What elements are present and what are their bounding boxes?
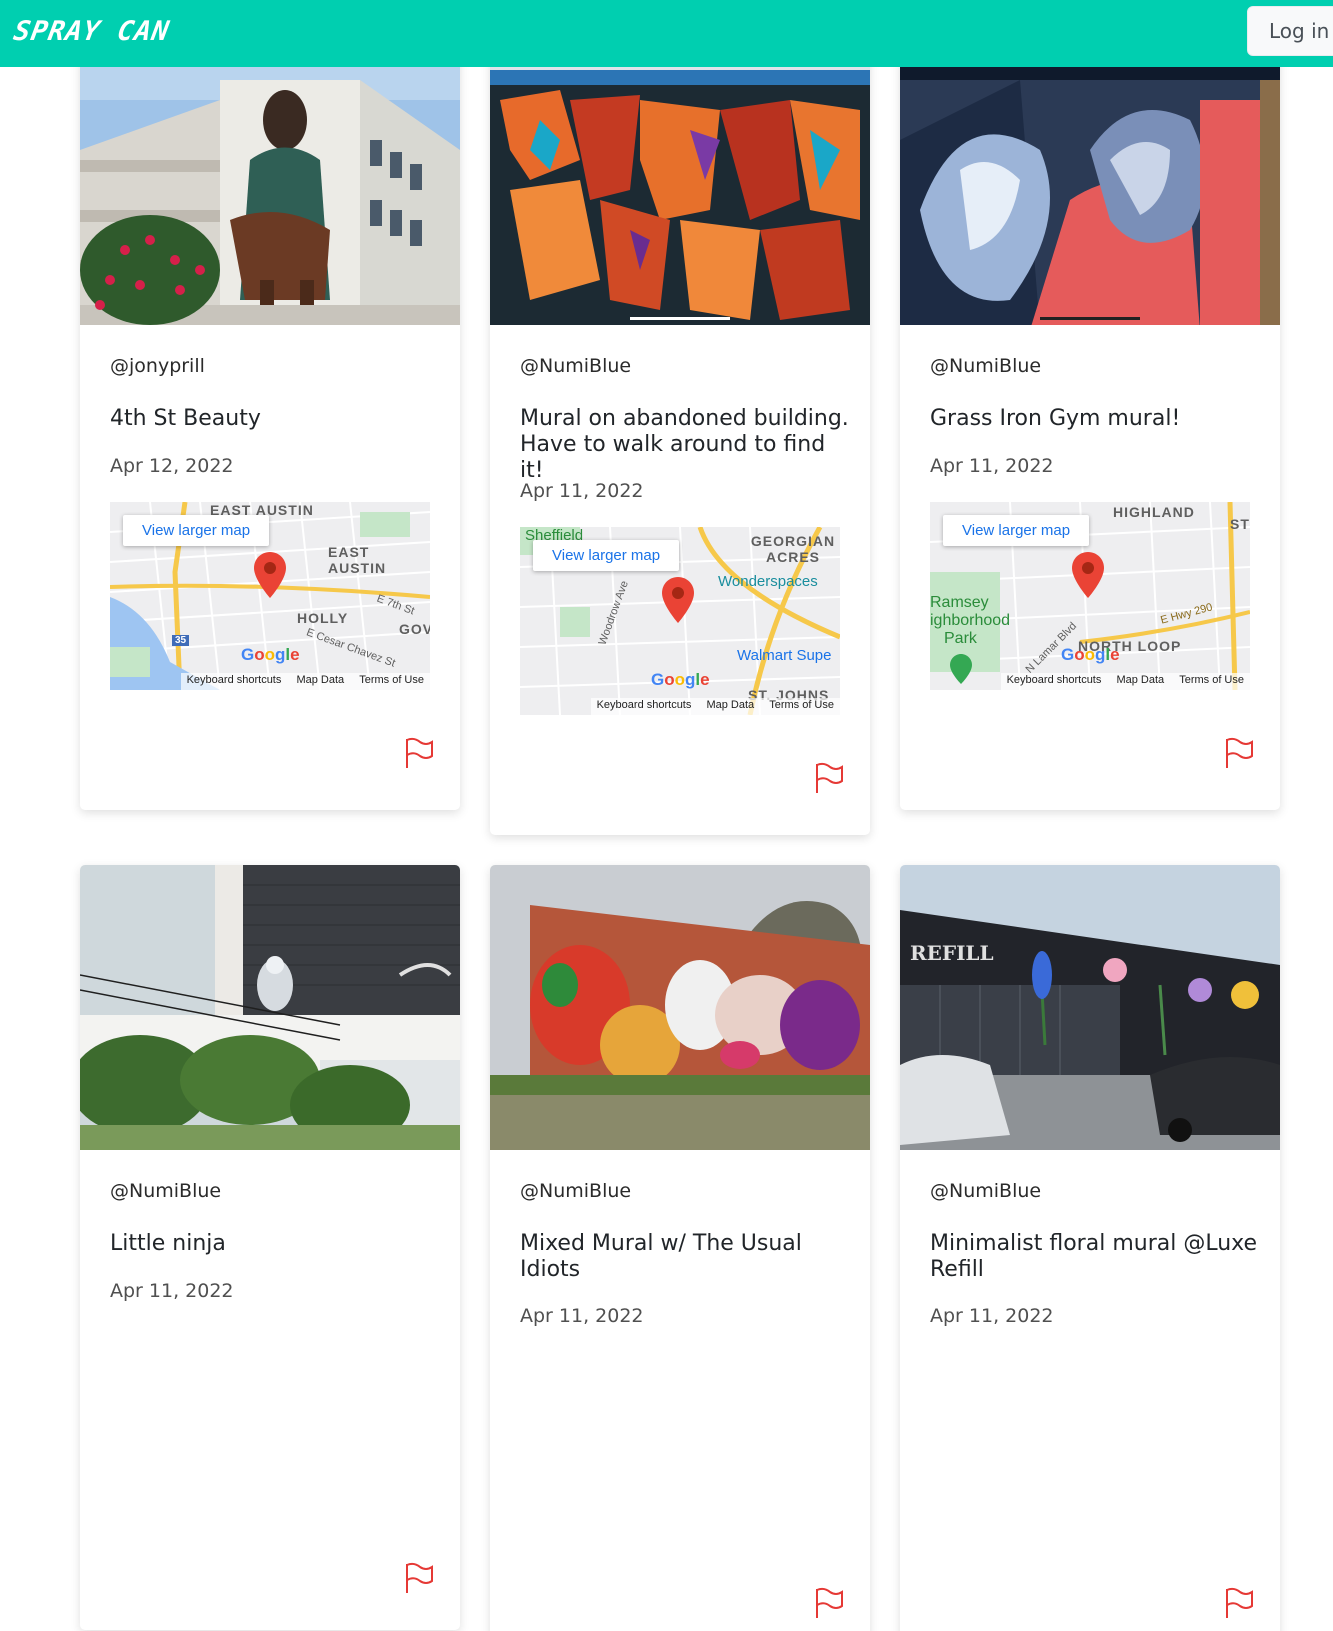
top-navbar: SPRAY CAN Log in (0, 0, 1333, 67)
map-footer: Keyboard shortcuts Map Data Terms of Use (1000, 673, 1250, 690)
flag-icon[interactable] (1224, 737, 1254, 769)
mural-photo[interactable] (900, 40, 1280, 325)
post-title: Mural on abandoned building. Have to wal… (520, 406, 849, 483)
map-poi-label: Park (944, 630, 977, 647)
post-username[interactable]: @NumiBlue (110, 1180, 221, 1202)
map-data-link[interactable]: Map Data (706, 699, 754, 711)
view-larger-map-link[interactable]: View larger map (943, 515, 1090, 546)
map-poi-label: ighborhood (930, 612, 1011, 629)
embedded-map[interactable]: Sheffield GEORGIAN ACRES Wonderspaces Wa… (520, 527, 840, 715)
post-card: REFILL @NumiBlue Minimalist floral mural… (900, 865, 1280, 1631)
keyboard-shortcuts-link[interactable]: Keyboard shortcuts (597, 699, 692, 711)
post-date: Apr 11, 2022 (110, 1280, 234, 1302)
mural-photo[interactable] (490, 865, 870, 1150)
mural-photo[interactable] (80, 865, 460, 1150)
post-username[interactable]: @NumiBlue (930, 355, 1041, 377)
map-footer: Keyboard shortcuts Map Data Terms of Use (590, 698, 840, 715)
mural-photo[interactable] (490, 40, 870, 325)
map-footer: Keyboard shortcuts Map Data Terms of Use (180, 673, 430, 690)
post-username[interactable]: @NumiBlue (520, 1180, 631, 1202)
map-place-label: GOV (399, 621, 430, 637)
post-username[interactable]: @NumiBlue (520, 355, 631, 377)
post-card: @jonyprill 4th St Beauty Apr 12, 2022 EA (80, 40, 460, 810)
post-date: Apr 11, 2022 (520, 1305, 644, 1327)
post-date: Apr 12, 2022 (110, 455, 234, 477)
flag-icon[interactable] (1224, 1587, 1254, 1619)
flag-icon[interactable] (404, 737, 434, 769)
brand-logo[interactable]: SPRAY CAN (11, 16, 172, 47)
map-place-label: ST (1230, 516, 1250, 532)
post-date: Apr 11, 2022 (930, 455, 1054, 477)
post-date: Apr 11, 2022 (520, 480, 644, 502)
mural-photo[interactable]: REFILL (900, 865, 1280, 1150)
map-poi-label: Walmart Supe (737, 647, 832, 664)
post-title: Grass Iron Gym mural! (930, 406, 1181, 431)
map-pin-icon[interactable] (254, 552, 286, 598)
map-place-label: HOLLY (297, 610, 349, 626)
post-title: Mixed Mural w/ The Usual Idiots (520, 1231, 802, 1282)
google-logo: Google (241, 645, 300, 664)
map-data-link[interactable]: Map Data (1116, 674, 1164, 686)
post-title: 4th St Beauty (110, 406, 261, 431)
google-logo: Google (1061, 645, 1120, 664)
post-title: Little ninja (110, 1231, 226, 1256)
keyboard-shortcuts-link[interactable]: Keyboard shortcuts (1007, 674, 1102, 686)
map-pin-icon[interactable] (662, 577, 694, 623)
view-larger-map-link[interactable]: View larger map (123, 515, 270, 546)
map-place-label: GEORGIAN ACRES (750, 533, 836, 565)
keyboard-shortcuts-link[interactable]: Keyboard shortcuts (187, 674, 282, 686)
park-marker-icon (950, 654, 972, 684)
login-button[interactable]: Log in (1247, 6, 1333, 56)
map-place-label: EAST AUSTIN (328, 544, 387, 576)
sign-text: REFILL (910, 941, 994, 965)
flag-icon[interactable] (814, 762, 844, 794)
post-card: @NumiBlue Mixed Mural w/ The Usual Idiot… (490, 865, 870, 1631)
map-pin-icon[interactable] (1072, 552, 1104, 598)
view-larger-map-link[interactable]: View larger map (533, 540, 680, 571)
mural-photo[interactable] (80, 40, 460, 325)
google-logo: Google (651, 670, 710, 689)
post-username[interactable]: @jonyprill (110, 355, 205, 377)
post-card: @NumiBlue Mural on abandoned building. H… (490, 40, 870, 835)
terms-of-use-link[interactable]: Terms of Use (1179, 674, 1244, 686)
post-date: Apr 11, 2022 (930, 1305, 1054, 1327)
terms-of-use-link[interactable]: Terms of Use (359, 674, 424, 686)
post-title: Minimalist floral mural @Luxe Refill (930, 1231, 1258, 1282)
map-poi-label: Wonderspaces (718, 573, 818, 590)
post-card: @NumiBlue Little ninja Apr 11, 2022 (80, 865, 460, 1630)
flag-icon[interactable] (814, 1587, 844, 1619)
interstate-shield-icon: 35 (172, 635, 190, 646)
post-username[interactable]: @NumiBlue (930, 1180, 1041, 1202)
map-poi-label: Ramsey (930, 594, 989, 611)
post-card: @NumiBlue Grass Iron Gym mural! Apr 11, … (900, 40, 1280, 810)
flag-icon[interactable] (404, 1562, 434, 1594)
embedded-map[interactable]: HIGHLAND ST Ramsey ighborhood Park E Hwy… (930, 502, 1250, 690)
embedded-map[interactable]: EAST AUSTIN EAST AUSTIN HOLLY GOV E 7th … (110, 502, 430, 690)
map-place-label: HIGHLAND (1113, 504, 1195, 520)
map-data-link[interactable]: Map Data (296, 674, 344, 686)
terms-of-use-link[interactable]: Terms of Use (769, 699, 834, 711)
